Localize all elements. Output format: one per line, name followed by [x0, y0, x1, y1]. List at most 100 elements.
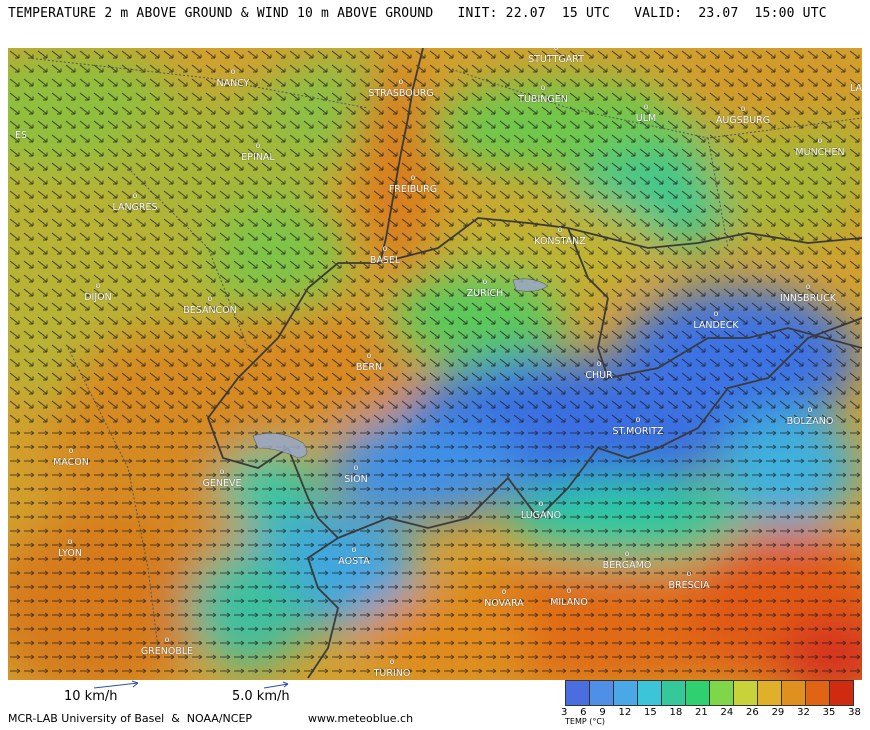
city-label: AOSTA: [338, 556, 370, 567]
legend-swatch: [686, 681, 710, 705]
city-label: MILANO: [550, 597, 588, 608]
city-grenoble[interactable]: o GRENOBLE: [140, 636, 194, 658]
legend-swatch: [566, 681, 590, 705]
legend-label: TEMP (°C): [565, 717, 606, 726]
city-sion[interactable]: o SION: [344, 464, 368, 486]
city-label: MUNCHEN: [795, 147, 845, 158]
temperature-wind-map[interactable]: oSTUTTGART oNANCY oSTRASBOURG oTUBINGEN …: [8, 48, 862, 680]
city-augsburg[interactable]: o AUGSBURG: [715, 105, 771, 127]
city-nancy[interactable]: o NANCY: [216, 68, 250, 90]
city-label: LANGRES: [112, 202, 158, 213]
website-link[interactable]: www.meteoblue.ch: [308, 712, 413, 725]
legend-tick: 38: [848, 707, 861, 718]
city-label: KONSTANZ: [534, 236, 586, 247]
init-time: INIT: 22.07 15 UTC: [457, 6, 611, 21]
legend-swatch: [662, 681, 686, 705]
legend-swatch: [806, 681, 830, 705]
city-tubingen[interactable]: o TUBINGEN: [518, 84, 568, 106]
legend-swatches: [565, 680, 854, 706]
city-label: GENEVE: [202, 478, 242, 489]
city-st-moritz[interactable]: o ST.MORITZ: [612, 416, 664, 438]
credits: MCR-LAB University of Basel & NOAA/NCEP: [8, 712, 253, 725]
city-epinal[interactable]: o EPINAL: [241, 142, 275, 164]
city-geneve[interactable]: o GENEVE: [202, 468, 242, 490]
city-label: BESANCON: [183, 305, 237, 316]
edge-label-right: LA: [850, 83, 862, 94]
legend-swatch: [782, 681, 806, 705]
city-milano[interactable]: o MILANO: [550, 587, 588, 609]
legend-swatch: [638, 681, 662, 705]
city-label: TUBINGEN: [518, 94, 568, 105]
city-chur[interactable]: o CHUR: [585, 360, 613, 382]
city-label: ST.MORITZ: [612, 426, 664, 437]
city-label: BOLZANO: [786, 416, 834, 427]
city-besancon[interactable]: o BESANCON: [183, 295, 237, 317]
legend-tick: 15: [643, 707, 657, 718]
city-label: CHUR: [585, 370, 613, 381]
city-bergamo[interactable]: o BERGAMO: [602, 550, 652, 572]
legend-swatch: [830, 681, 853, 705]
temperature-legend: 3 6 9 12 15 18 21 24 26 29 32 35 38 TEMP (°C): [561, 680, 861, 726]
city-label: BERGAMO: [602, 560, 652, 571]
city-bern[interactable]: o BERN: [355, 352, 383, 374]
city-label: TURINO: [373, 668, 411, 679]
city-label: LUGANO: [520, 510, 562, 521]
legend-tick: 32: [797, 707, 810, 718]
city-turino[interactable]: o TURINO: [373, 658, 411, 680]
city-label: NOVARA: [484, 598, 524, 609]
city-brescia[interactable]: o BRESCIA: [668, 570, 710, 592]
city-freiburg[interactable]: o FREIBURG: [388, 174, 438, 196]
reference-wind-5: 5.0 km/h: [232, 689, 290, 704]
city-label: BASEL: [369, 255, 401, 266]
edge-label-left: ES: [15, 130, 28, 141]
city-label: SION: [344, 474, 368, 485]
city-label: LYON: [58, 548, 82, 559]
legend-tick: 12: [618, 707, 632, 718]
city-langres[interactable]: o LANGRES: [112, 192, 158, 214]
city-aosta[interactable]: o AOSTA: [338, 546, 370, 568]
city-munchen[interactable]: o MUNCHEN: [795, 137, 845, 159]
city-label: INNSBRUCK: [780, 293, 836, 304]
legend-tick: 29: [771, 707, 785, 718]
map-title: TEMPERATURE 2 m ABOVE GROUND & WIND 10 m…: [8, 6, 434, 21]
city-macon[interactable]: o MACON: [53, 447, 89, 469]
city-innsbruck[interactable]: o INNSBRUCK: [780, 283, 836, 305]
legend-tick: 18: [669, 707, 683, 718]
city-label: BRESCIA: [668, 580, 710, 591]
city-novara[interactable]: o NOVARA: [484, 588, 524, 610]
chart-title-line: TEMPERATURE 2 m ABOVE GROUND & WIND 10 m…: [8, 6, 827, 21]
city-label: LANDECK: [693, 320, 739, 331]
city-bolzano[interactable]: o BOLZANO: [786, 406, 834, 428]
legend-swatch: [590, 681, 614, 705]
city-label: ZURICH: [466, 288, 504, 299]
city-label: EPINAL: [241, 152, 275, 163]
legend-tick: 26: [746, 707, 759, 718]
legend-swatch: [734, 681, 758, 705]
legend-ticks: 3 6 9 12 15 18 21 24 26 29 32 35 38: [561, 707, 861, 718]
city-label: BERN: [355, 362, 383, 373]
legend-swatch: [614, 681, 638, 705]
city-label: AUGSBURG: [715, 115, 771, 126]
city-dijon[interactable]: o DIJON: [84, 282, 112, 304]
city-zurich[interactable]: o ZURICH: [466, 278, 504, 300]
city-strasbourg[interactable]: o STRASBOURG: [368, 78, 433, 100]
city-landeck[interactable]: o LANDECK: [693, 310, 739, 332]
legend-swatch: [710, 681, 734, 705]
legend-swatch: [758, 681, 782, 705]
map-canvas: [8, 48, 862, 680]
city-label: FREIBURG: [388, 184, 438, 195]
reference-wind-10: 10 km/h: [64, 689, 118, 704]
city-label: NANCY: [216, 78, 250, 89]
city-label: GRENOBLE: [140, 646, 194, 657]
city-konstanz[interactable]: o KONSTANZ: [534, 226, 586, 248]
city-stuttgart[interactable]: oSTUTTGART: [528, 48, 584, 65]
city-lyon[interactable]: o LYON: [58, 538, 82, 560]
city-label: ULM: [635, 113, 657, 124]
legend-tick: 21: [695, 707, 708, 718]
city-label: STUTTGART: [528, 54, 584, 65]
city-label: DIJON: [84, 292, 112, 303]
city-lugano[interactable]: o LUGANO: [520, 500, 562, 522]
valid-time: VALID: 23.07 15:00 UTC: [634, 6, 827, 21]
city-ulm[interactable]: o ULM: [635, 103, 657, 125]
city-basel[interactable]: o BASEL: [369, 245, 401, 267]
